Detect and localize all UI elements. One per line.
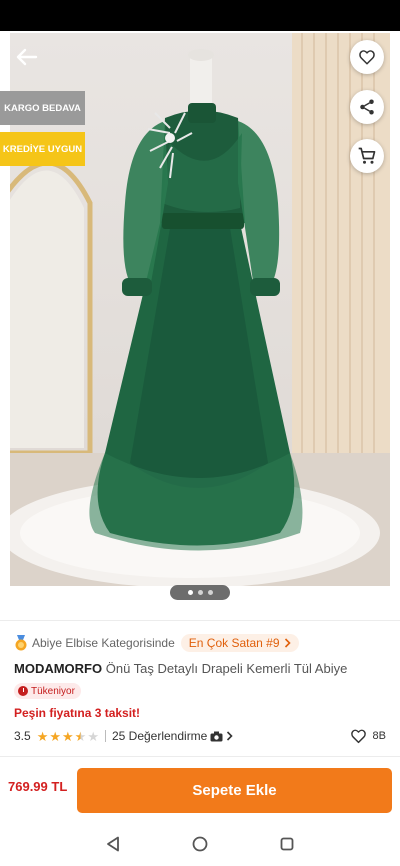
gallery-dot[interactable]	[197, 590, 203, 595]
best-seller-label: En Çok Satan #9	[188, 636, 280, 650]
star-icon: ★	[62, 728, 74, 744]
stock-status-badge: Tükeniyor	[14, 683, 81, 699]
nav-back-button[interactable]	[103, 834, 123, 854]
add-to-cart-label: Sepete Ekle	[192, 782, 277, 799]
heart-icon	[350, 729, 366, 744]
star-empty-icon: ★	[87, 728, 99, 744]
free-shipping-tag: KARGO BEDAVA	[0, 91, 85, 125]
clock-icon	[18, 686, 28, 696]
reviews-count: 25 Değerlendirme	[111, 729, 208, 743]
cart-icon	[358, 147, 376, 164]
rating-value: 3.5	[14, 729, 31, 743]
category-row[interactable]: Abiye Elbise Kategorisinde En Çok Satan …	[14, 633, 299, 653]
nav-recents-button[interactable]	[277, 834, 297, 854]
star-half-icon: ★	[74, 728, 87, 744]
nav-home-button[interactable]	[190, 834, 210, 854]
back-button[interactable]	[14, 46, 40, 68]
share-button[interactable]	[350, 90, 384, 124]
stock-status-label: Tükeniyor	[31, 685, 75, 697]
category-text: Abiye Elbise Kategorisinde	[32, 636, 175, 650]
chevron-right-icon	[284, 638, 291, 648]
product-title: MODAMORFO Önü Taş Detaylı Drapeli Kemerl…	[14, 661, 386, 676]
separator	[104, 730, 106, 742]
gallery-dot[interactable]	[207, 590, 213, 595]
credit-eligible-tag: KREDİYE UYGUN	[0, 132, 85, 166]
cart-button[interactable]	[350, 139, 384, 173]
divider	[0, 756, 400, 757]
chevron-right-icon	[227, 731, 233, 741]
product-name: Önü Taş Detaylı Drapeli Kemerli Tül Abiy…	[105, 661, 348, 676]
reviews-link[interactable]: 25 Değerlendirme	[112, 729, 233, 743]
share-icon	[360, 99, 374, 115]
status-bar	[0, 0, 400, 31]
divider	[0, 620, 400, 621]
gallery-pagination[interactable]	[170, 585, 230, 600]
heart-icon	[359, 50, 375, 65]
square-recents-icon	[280, 837, 294, 851]
system-navigation-bar	[0, 822, 400, 866]
credit-eligible-label: KREDİYE UYGUN	[2, 143, 83, 155]
favorite-button[interactable]	[350, 40, 384, 74]
gallery-dot[interactable]	[187, 590, 193, 595]
free-shipping-label: KARGO BEDAVA	[4, 102, 81, 114]
likes[interactable]: 8B	[350, 728, 386, 744]
camera-icon	[210, 731, 223, 741]
brand-name[interactable]: MODAMORFO	[14, 661, 102, 676]
star-icon: ★	[49, 728, 61, 744]
installment-text: Peşin fiyatına 3 taksit!	[14, 706, 141, 720]
rating-stars: ★ ★ ★ ★ ★	[37, 730, 99, 743]
circle-home-icon	[192, 836, 208, 852]
add-to-cart-button[interactable]: Sepete Ekle	[77, 768, 392, 813]
triangle-back-icon	[107, 836, 120, 852]
star-icon: ★	[36, 728, 49, 744]
likes-count: 8B	[372, 730, 386, 742]
price: 769.99 TL	[8, 779, 68, 794]
bottom-action-bar: 769.99 TL Sepete Ekle	[0, 758, 400, 820]
rating-row[interactable]: 3.5 ★ ★ ★ ★ ★ 25 Değerlendirme 8B	[14, 727, 386, 745]
arrow-left-icon	[16, 48, 38, 66]
medal-icon	[15, 635, 27, 651]
best-seller-badge[interactable]: En Çok Satan #9	[180, 634, 299, 652]
